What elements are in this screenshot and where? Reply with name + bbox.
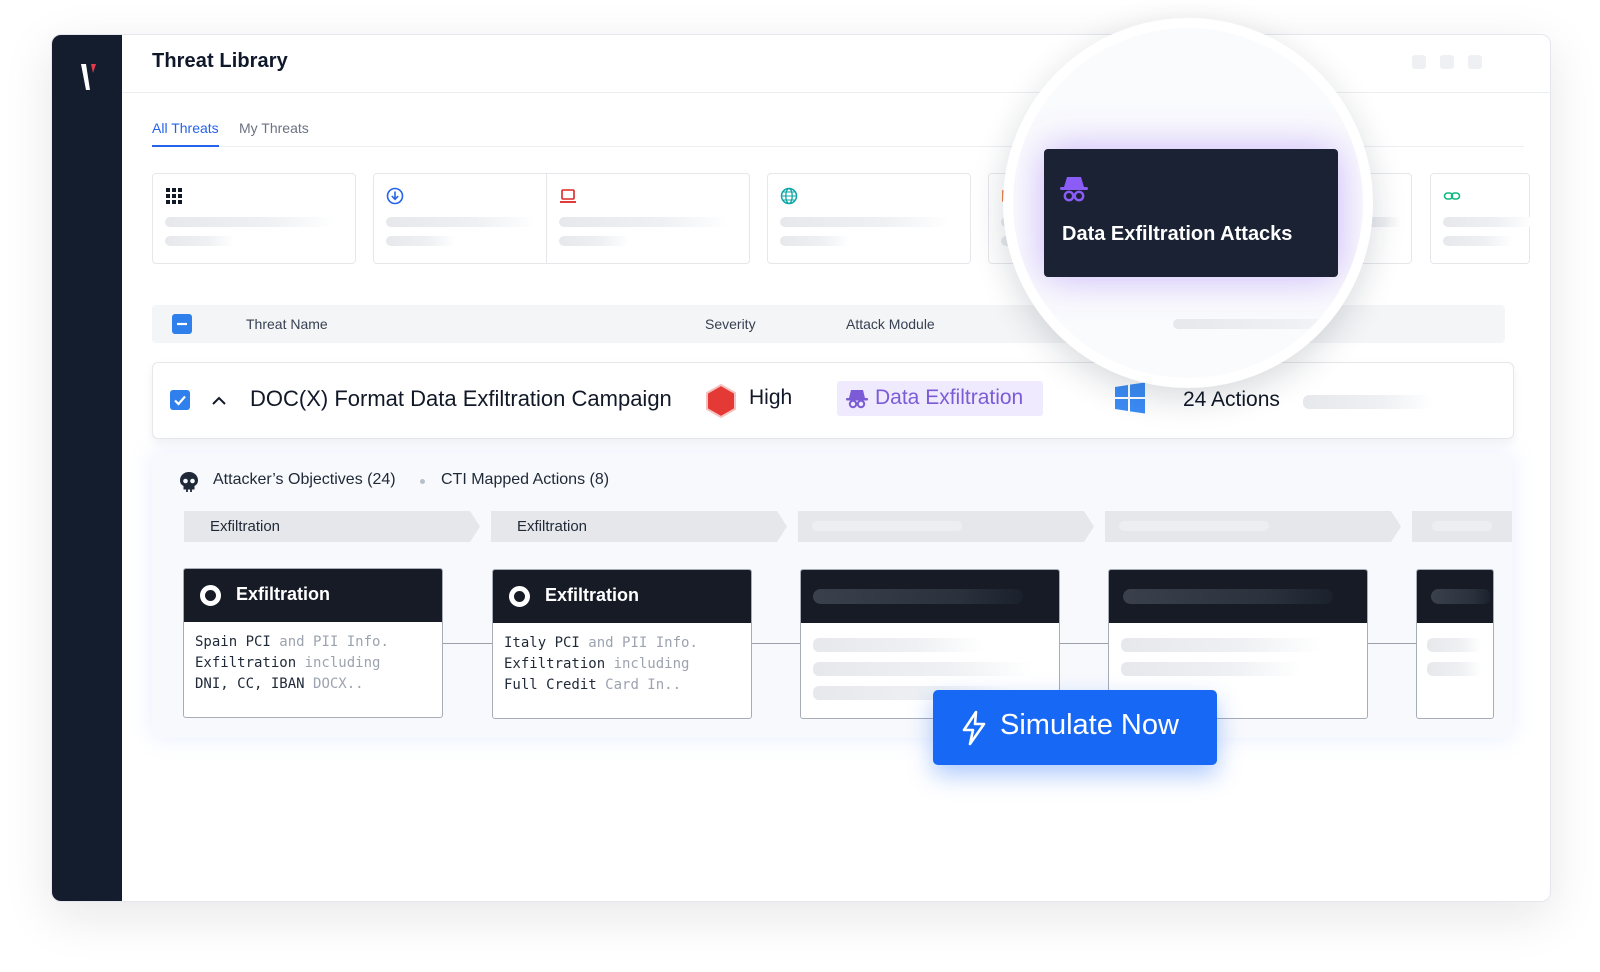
category-card[interactable] [152,173,356,264]
skeleton [1123,589,1333,604]
skeleton [1432,521,1492,531]
skeleton [1173,319,1363,329]
windows-icon [1115,382,1145,414]
skeleton [559,236,629,246]
phase-chevron[interactable]: Exfiltration [184,511,480,542]
skeleton [1443,217,1533,227]
phase-label: Exfiltration [210,518,281,535]
threat-name[interactable]: DOC(X) Format Data Exfiltration Campaign [250,386,672,412]
category-card[interactable] [1430,173,1533,264]
chevron-up-icon[interactable] [210,392,228,410]
action-card-header [1417,570,1493,623]
simulate-now-label: Simulate Now [1000,709,1179,741]
globe-icon [780,187,798,205]
skeleton [386,217,536,227]
column-threat-name[interactable]: Threat Name [246,316,328,332]
zoom-magnifier: Data Exfiltration Attacks [1003,18,1373,388]
skeleton [1431,589,1491,604]
download-circle-icon [386,187,404,205]
grid-icon [166,188,182,204]
category-card-group[interactable] [373,173,750,264]
column-severity[interactable]: Severity [705,316,756,332]
phase-chevron[interactable] [1412,511,1512,542]
separator-dot [420,479,425,484]
skeleton [1121,638,1321,652]
cti-mapped-actions-label[interactable]: CTI Mapped Actions (8) [441,471,609,489]
spy-icon [1060,177,1088,202]
attack-module-value: Data Exfiltration [875,386,1024,409]
laptop-icon [560,189,576,203]
action-card-title: Exfiltration [545,585,640,605]
row-checkbox[interactable] [170,390,190,410]
sidebar [52,35,122,901]
skeleton [386,236,456,246]
skeleton [812,521,962,531]
skeleton [165,236,235,246]
category-card[interactable] [767,173,971,264]
skeleton [1443,236,1513,246]
skeleton [1121,662,1301,676]
radio-icon [200,585,221,606]
action-card-header: Exfiltration [184,569,442,622]
attack-module-badge[interactable]: Data Exfiltration [837,381,1043,416]
actions-count: 24 Actions [1183,388,1280,411]
spy-icon [846,390,868,409]
action-card-description: Italy PCI and PII Info. Exfiltration inc… [504,635,698,693]
window-button[interactable] [1412,55,1426,69]
skeleton [1427,662,1482,676]
connector-line [1060,643,1110,644]
skeleton [780,236,850,246]
window-button[interactable] [1440,55,1454,69]
action-card-placeholder[interactable] [1416,569,1494,719]
skeleton [1303,395,1433,409]
simulate-now-button[interactable]: Simulate Now [933,690,1217,765]
phase-label: Exfiltration [517,518,588,535]
tab-all-threats[interactable]: All Threats [152,120,219,147]
skeleton [813,662,1033,676]
minus-icon [177,322,187,326]
page-title: Threat Library [152,50,288,72]
tab-my-threats[interactable]: My Threats [239,120,309,145]
connector-line [752,643,802,644]
check-icon [174,395,186,406]
action-card-header [1109,570,1367,623]
skeleton [813,589,1023,604]
zoomed-category-card[interactable]: Data Exfiltration Attacks [1044,149,1338,277]
table-row[interactable]: DOC(X) Format Data Exfiltration Campaign… [152,362,1514,439]
threat-details-panel: Attacker’s Objectives (24) CTI Mapped Ac… [152,453,1512,738]
stage: Threat Library All Threats My Threats Th… [0,0,1600,972]
action-card-header [801,570,1059,623]
skeleton [165,217,335,227]
skeleton [813,638,983,652]
column-attack-module[interactable]: Attack Module [846,316,935,332]
phase-chevron[interactable] [1105,511,1401,542]
select-all-checkbox[interactable] [172,314,192,334]
skeleton [780,217,950,227]
action-card-description: Spain PCI and PII Info. Exfiltration inc… [195,634,389,692]
action-card-header: Exfiltration [493,570,751,623]
action-card[interactable]: Exfiltration Italy PCI and PII Info. Exf… [492,569,752,719]
severity-value: High [749,386,793,409]
skeleton [559,217,729,227]
skeleton [1119,521,1269,531]
phase-chevron[interactable]: Exfiltration [491,511,787,542]
bolt-icon [962,710,986,746]
action-card-title: Exfiltration [236,584,331,604]
header: Threat Library [122,35,1550,93]
phase-chevron[interactable] [798,511,1094,542]
logo-icon[interactable] [79,62,99,92]
link-icon [1443,192,1461,200]
radio-icon [509,586,530,607]
connector-line [442,643,492,644]
connector-line [1368,643,1418,644]
skeleton [1427,638,1482,652]
skull-icon [180,472,198,492]
window-button[interactable] [1468,55,1482,69]
divider [546,174,547,263]
action-card[interactable]: Exfiltration Spain PCI and PII Info. Exf… [183,568,443,718]
severity-high-icon [706,384,736,418]
zoomed-category-title: Data Exfiltration Attacks [1062,223,1293,245]
attacker-objectives-label[interactable]: Attacker’s Objectives (24) [213,471,396,489]
